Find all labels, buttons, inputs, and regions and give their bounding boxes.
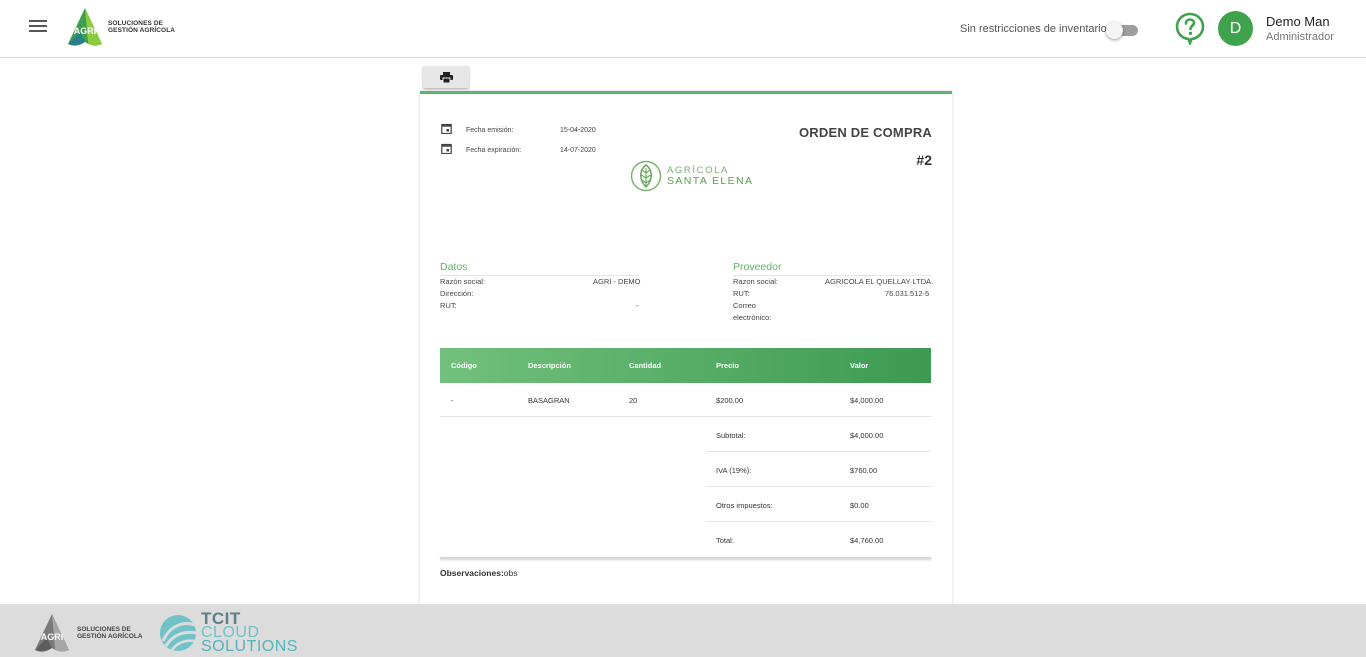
calendar-icon bbox=[441, 143, 452, 154]
svg-text:AGRI: AGRI bbox=[74, 26, 97, 36]
otros-impuestos-label: Otros impuestos: bbox=[716, 501, 773, 510]
brand-text: SOLUCIONES DE GESTIÓN AGRÍCOLA bbox=[108, 20, 175, 34]
top-bar: AGRI SOLUCIONES DE GESTIÓN AGRÍCOLA Sin … bbox=[0, 0, 1366, 58]
table-bottom-border bbox=[440, 557, 931, 559]
proveedor-heading: Proveedor bbox=[733, 261, 931, 276]
brand-line-2: GESTIÓN AGRÍCOLA bbox=[108, 27, 176, 34]
observaciones-value: obs bbox=[503, 568, 518, 578]
column-header-cantidad: Cantidad bbox=[629, 361, 662, 370]
column-header-descripcion: Descripción bbox=[528, 361, 571, 370]
table-header: Código Descripción Cantidad Precio Valor bbox=[440, 348, 931, 383]
datos-rut-value: - bbox=[636, 301, 639, 310]
cell-descripcion: BASAGRAN bbox=[528, 396, 570, 405]
proveedor-correo-label-2: electrónico: bbox=[733, 313, 772, 322]
inventory-restriction-toggle[interactable] bbox=[1106, 22, 1140, 39]
footer-agri-text: SOLUCIONES DE GESTIÓN AGRÍCOLA bbox=[77, 626, 142, 640]
svg-text:AGRI: AGRI bbox=[41, 632, 64, 642]
calendar-icon bbox=[441, 123, 452, 134]
agri-logo-icon: AGRI bbox=[68, 8, 102, 46]
footer-tcit-line-3: SOLUTIONS bbox=[201, 638, 298, 655]
proveedor-correo-label-1: Correo bbox=[733, 301, 756, 310]
otros-impuestos-row: Otros impuestos: $0.00 bbox=[706, 487, 931, 522]
otros-impuestos-value: $0.00 bbox=[850, 501, 869, 510]
iva-row: IVA (19%): $760.00 bbox=[706, 452, 931, 487]
tcit-swirl-icon bbox=[160, 615, 197, 651]
toggle-knob bbox=[1106, 22, 1123, 39]
iva-value: $760.00 bbox=[850, 466, 878, 475]
printer-icon bbox=[439, 71, 453, 83]
total-value: $4,760.00 bbox=[850, 536, 884, 545]
fecha-expiracion-label: Fecha expiración: bbox=[466, 147, 522, 154]
proveedor-razon-social-value: AGRICOLA EL QUELLAY LTDA. bbox=[825, 277, 934, 286]
proveedor-razon-social-label: Razon social: bbox=[733, 277, 779, 286]
menu-icon[interactable] bbox=[29, 20, 47, 36]
cell-precio: $200.00 bbox=[716, 396, 744, 405]
iva-label: IVA (19%): bbox=[716, 466, 752, 475]
avatar[interactable]: D bbox=[1218, 11, 1253, 46]
datos-rut-label: RUT: bbox=[440, 301, 457, 310]
cell-codigo: - bbox=[451, 396, 454, 405]
print-button[interactable] bbox=[423, 66, 469, 88]
datos-razon-social-label: Razón social: bbox=[440, 277, 486, 286]
help-icon[interactable] bbox=[1175, 12, 1205, 45]
datos-heading: Datos bbox=[440, 261, 638, 276]
datos-razon-social-value: AGRI - DEMO bbox=[593, 277, 641, 286]
footer-agri-line-2: GESTIÓN AGRÍCOLA bbox=[77, 633, 143, 640]
agri-logo-icon: AGRI bbox=[35, 614, 69, 652]
footer-tcit-text: TCIT CLOUD SOLUTIONS bbox=[201, 610, 298, 655]
document-title: ORDEN DE COMPRA bbox=[798, 125, 932, 140]
fecha-expiracion-value: 14-07-2020 bbox=[560, 147, 596, 154]
total-row: Total: $4,760.00 bbox=[706, 522, 931, 557]
brand-line-1: SOLUCIONES DE bbox=[108, 20, 164, 27]
subtotal-row: Subtotal: $4,000.00 bbox=[706, 417, 931, 452]
company-logo: AGRÍCOLA SANTA ELENA bbox=[630, 160, 753, 192]
brand-logo[interactable]: AGRI SOLUCIONES DE GESTIÓN AGRÍCOLA bbox=[64, 6, 175, 48]
total-label: Total: bbox=[716, 536, 734, 545]
cell-cantidad: 20 bbox=[629, 396, 638, 405]
fecha-emision-label: Fecha emisión: bbox=[466, 127, 514, 134]
footer-agri-line-1: SOLUCIONES DE bbox=[77, 626, 131, 633]
footer-agri-logo: AGRI SOLUCIONES DE GESTIÓN AGRÍCOLA bbox=[30, 612, 142, 654]
cell-valor: $4,000.00 bbox=[850, 396, 884, 405]
subtotal-label: Subtotal: bbox=[716, 431, 746, 440]
column-header-valor: Valor bbox=[850, 361, 869, 370]
footer-tcit-logo: TCIT CLOUD SOLUTIONS bbox=[158, 610, 298, 655]
observaciones: Observaciones:obs bbox=[440, 568, 518, 578]
purchase-order-document: Fecha emisión: 15-04-2020 Fecha expiraci… bbox=[420, 91, 952, 605]
items-table: Código Descripción Cantidad Precio Valor… bbox=[440, 348, 931, 559]
proveedor-rut-value: 76.031.512-5 bbox=[885, 289, 930, 298]
document-number: #2 bbox=[916, 152, 932, 168]
logo-line-2: SANTA ELENA bbox=[667, 175, 754, 187]
subtotal-value: $4,000.00 bbox=[850, 431, 884, 440]
datos-direccion-label: Dirección: bbox=[440, 289, 474, 298]
table-row: - BASAGRAN 20 $200.00 $4,000.00 bbox=[440, 383, 931, 417]
company-logo-text: AGRÍCOLA SANTA ELENA bbox=[667, 165, 753, 187]
user-name: Demo Man bbox=[1266, 14, 1330, 29]
proveedor-rut-label: RUT: bbox=[733, 289, 750, 298]
user-role: Administrador bbox=[1266, 31, 1334, 43]
fecha-emision-value: 15-04-2020 bbox=[560, 127, 596, 134]
observaciones-label: Observaciones: bbox=[440, 568, 504, 578]
leaf-icon bbox=[630, 160, 662, 192]
footer: AGRI SOLUCIONES DE GESTIÓN AGRÍCOLA TCIT… bbox=[0, 604, 1366, 657]
inventory-restriction-label: Sin restricciones de inventario bbox=[960, 23, 1107, 35]
column-header-precio: Precio bbox=[716, 361, 739, 370]
column-header-codigo: Código bbox=[451, 361, 477, 370]
